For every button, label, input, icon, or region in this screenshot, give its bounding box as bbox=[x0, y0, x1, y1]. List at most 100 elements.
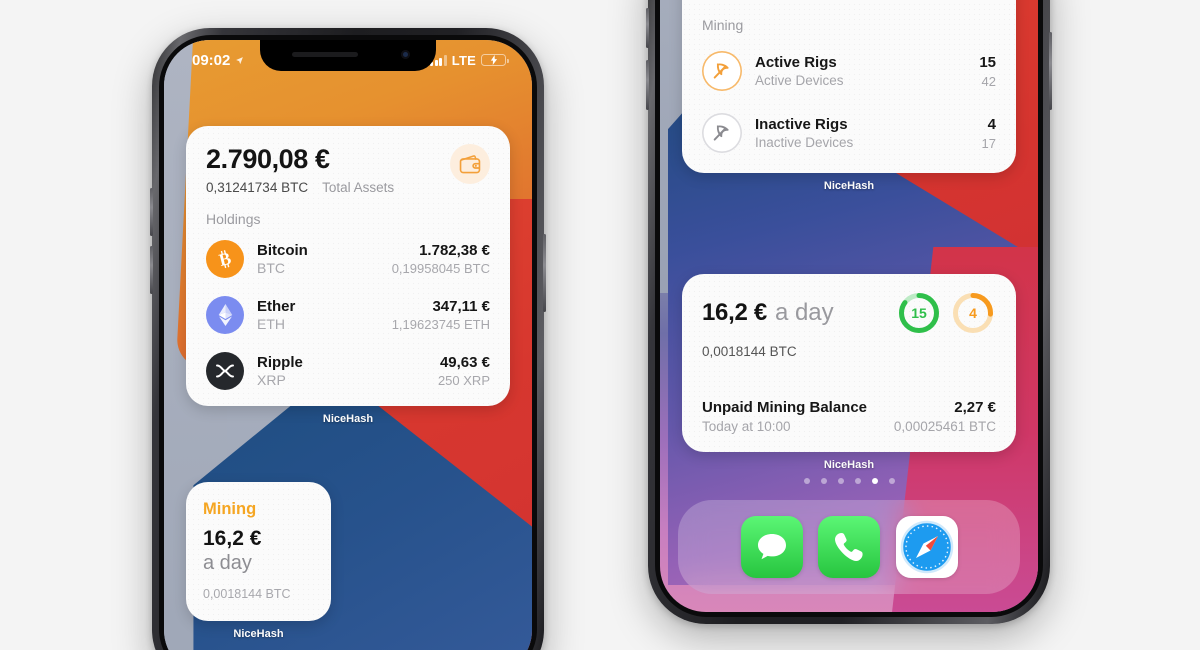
holding-row-ether[interactable]: Ether ETH 347,11 € 1,19623745 ETH bbox=[186, 287, 510, 343]
volume-down-button[interactable] bbox=[646, 60, 649, 110]
holding-value: 49,63 € bbox=[439, 354, 490, 371]
total-assets-caption: Total Assets bbox=[322, 180, 395, 195]
active-rigs-ring: 15 bbox=[899, 293, 939, 333]
right-phone-screen: Unpaid Mining Balance Today at 10:00 2,2… bbox=[660, 0, 1038, 612]
phone-glyph-icon bbox=[835, 533, 863, 561]
inactive-rigs-ring-label: 4 bbox=[969, 305, 977, 321]
rig-row-inactive[interactable]: Inactive Rigs Inactive Devices 4 17 bbox=[682, 99, 1016, 173]
holding-amount: 0,19958045 BTC bbox=[391, 261, 490, 276]
unpaid-balance-btc: 0,00025461 BTC bbox=[893, 419, 996, 434]
holding-row-ripple[interactable]: Ripple XRP 49,63 € 250 XRP bbox=[186, 343, 510, 406]
page-dot[interactable] bbox=[837, 478, 844, 484]
widget-label: NiceHash bbox=[823, 180, 875, 192]
holdings-section-title: Holdings bbox=[206, 211, 261, 227]
pickaxe-glyph-icon bbox=[713, 125, 729, 141]
holding-row-bitcoin[interactable]: B Bitcoin BTC 1.782,38 € 0,19958045 BTC bbox=[186, 231, 510, 287]
mining-btc: 0,0018144 BTC bbox=[203, 587, 291, 601]
total-assets-widget[interactable]: 2.790,08 € 0,31241734 BTC Total Assets H… bbox=[186, 126, 510, 406]
pickaxe-icon bbox=[702, 113, 742, 153]
rig-value-sub: 42 bbox=[981, 73, 996, 89]
volume-up-button[interactable] bbox=[150, 188, 153, 236]
mining-widget-title: Mining bbox=[203, 500, 257, 518]
network-type-label: LTE bbox=[451, 52, 476, 68]
page-dot[interactable] bbox=[820, 478, 827, 484]
unpaid-balance-value: 2,27 € bbox=[954, 399, 996, 416]
total-assets-value: 2.790,08 € bbox=[206, 144, 330, 174]
right-phone-mockup: Unpaid Mining Balance Today at 10:00 2,2… bbox=[646, 0, 1052, 624]
mining-amount: 16,2 € bbox=[203, 527, 262, 550]
page-dot-active[interactable] bbox=[871, 478, 878, 484]
rig-name: Active Rigs bbox=[755, 54, 837, 71]
holding-amount: 1,19623745 ETH bbox=[391, 317, 490, 332]
mining-period: a day bbox=[203, 552, 252, 574]
widget-label: NiceHash bbox=[823, 459, 875, 471]
safari-icon[interactable] bbox=[895, 516, 958, 578]
mining-summary-widget[interactable]: 16,2 € a day 15 4 0,0018144 BTC Unpaid M… bbox=[682, 274, 1016, 452]
rigs-widget-container: Unpaid Mining Balance Today at 10:00 2,2… bbox=[682, 0, 1016, 192]
holding-name: Ripple bbox=[257, 354, 303, 371]
widget-label: NiceHash bbox=[233, 628, 284, 640]
holding-amount: 250 XRP bbox=[437, 373, 490, 388]
phone-icon[interactable] bbox=[818, 516, 880, 578]
messages-icon[interactable] bbox=[740, 516, 803, 578]
total-assets-btc: 0,31241734 BTC bbox=[206, 180, 309, 195]
rig-name: Inactive Rigs bbox=[755, 116, 848, 133]
earpiece-speaker bbox=[292, 52, 358, 57]
unpaid-balance-title: Unpaid Mining Balance bbox=[702, 399, 868, 416]
messages-glyph-icon bbox=[757, 534, 786, 560]
summary-header: 16,2 € a day 15 4 bbox=[682, 274, 1016, 344]
power-button[interactable] bbox=[543, 234, 546, 312]
rig-row-active[interactable]: Active Rigs Active Devices 15 42 bbox=[682, 43, 1016, 99]
holding-symbol: XRP bbox=[257, 372, 286, 388]
rig-value: 15 bbox=[979, 53, 996, 71]
mining-rigs-widget[interactable]: Unpaid Mining Balance Today at 10:00 2,2… bbox=[682, 0, 1016, 173]
summary-unpaid-row: Unpaid Mining Balance Today at 10:00 2,2… bbox=[682, 365, 1016, 452]
wallet-icon[interactable] bbox=[450, 144, 490, 184]
page-dots[interactable] bbox=[660, 478, 1038, 484]
rig-sub: Active Devices bbox=[755, 73, 844, 88]
location-arrow-icon bbox=[236, 56, 244, 64]
assets-widget-container: 2.790,08 € 0,31241734 BTC Total Assets H… bbox=[186, 126, 510, 425]
summary-widget-container: 16,2 € a day 15 4 0,0018144 BTC Unpaid M… bbox=[682, 274, 1016, 471]
summary-btc: 0,0018144 BTC bbox=[702, 344, 797, 359]
battery-charging-icon bbox=[481, 54, 509, 66]
assets-header: 2.790,08 € 0,31241734 BTC Total Assets bbox=[186, 126, 510, 205]
safari-glyph-icon bbox=[900, 520, 953, 574]
mining-widget[interactable]: Mining 16,2 € a day 0,0018144 BTC bbox=[186, 482, 331, 621]
page-dot[interactable] bbox=[888, 478, 895, 484]
rigs-rings-group: 15 4 bbox=[896, 290, 996, 336]
charging-bolt-icon bbox=[490, 55, 497, 65]
holding-symbol: ETH bbox=[257, 316, 285, 332]
dock bbox=[678, 500, 1020, 594]
front-camera bbox=[401, 50, 410, 59]
summary-amount: 16,2 € bbox=[702, 299, 767, 326]
unpaid-balance-time: Today at 10:00 bbox=[702, 419, 791, 434]
inactive-rigs-ring: 4 bbox=[953, 293, 993, 333]
holding-value: 347,11 € bbox=[432, 298, 490, 315]
scene-root: 09:02 LTE 2.790,08 € 0,31241734 BTC Tota… bbox=[0, 0, 1200, 650]
page-dot[interactable] bbox=[803, 478, 810, 484]
pickaxe-glyph-icon bbox=[713, 63, 729, 79]
rig-value: 4 bbox=[987, 115, 996, 133]
holding-name: Bitcoin bbox=[257, 242, 308, 259]
bitcoin-icon: B bbox=[206, 240, 244, 278]
wallet-glyph-icon bbox=[459, 155, 481, 174]
ethereum-icon bbox=[206, 296, 244, 334]
holding-symbol: BTC bbox=[257, 260, 285, 276]
rig-value-sub: 17 bbox=[981, 135, 996, 151]
volume-down-button[interactable] bbox=[150, 246, 153, 294]
mining-section-title: Mining bbox=[702, 17, 744, 33]
pickaxe-icon bbox=[702, 51, 742, 91]
status-time: 09:02 bbox=[192, 51, 231, 69]
ripple-icon bbox=[206, 352, 244, 390]
holding-name: Ether bbox=[257, 298, 296, 315]
page-dot[interactable] bbox=[854, 478, 861, 484]
rig-sub: Inactive Devices bbox=[755, 135, 854, 150]
widget-label: NiceHash bbox=[322, 413, 374, 425]
left-phone-mockup: 09:02 LTE 2.790,08 € 0,31241734 BTC Tota… bbox=[150, 28, 546, 650]
mining-widget-container: Mining 16,2 € a day 0,0018144 BTC NiceHa… bbox=[186, 482, 331, 640]
power-button[interactable] bbox=[1049, 32, 1052, 110]
volume-up-button[interactable] bbox=[646, 8, 649, 48]
summary-period: a day bbox=[774, 299, 834, 326]
display-notch bbox=[260, 40, 436, 71]
